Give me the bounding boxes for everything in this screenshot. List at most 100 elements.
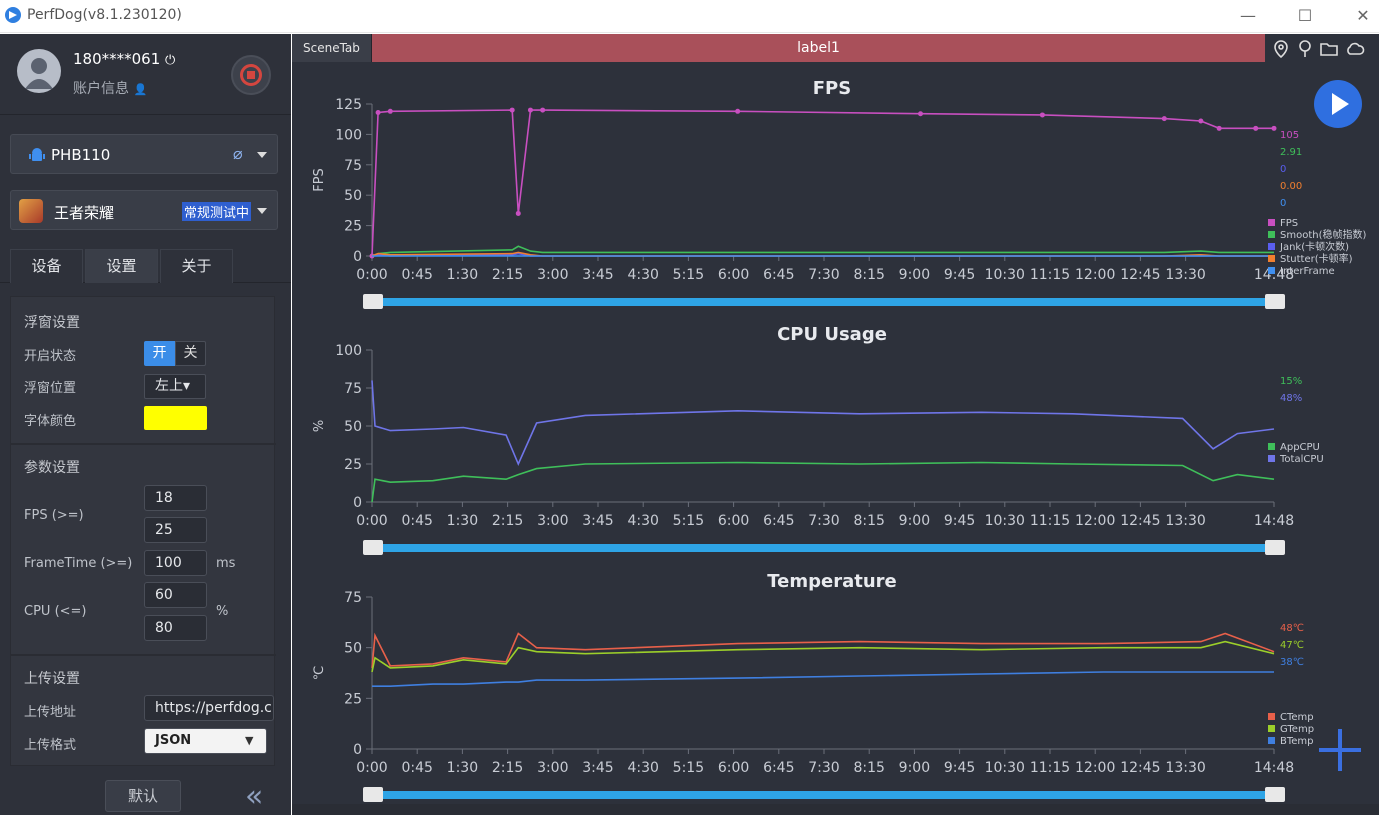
data-point	[735, 108, 741, 114]
series-line	[371, 380, 1275, 467]
x-tick-label: 9:45	[944, 267, 975, 283]
cloud-icon[interactable]	[1345, 39, 1365, 59]
y-tick-label: 0	[353, 249, 362, 265]
legend-swatch	[1268, 713, 1275, 720]
collapse-sidebar-icon[interactable]: «	[245, 782, 263, 812]
y-axis-label: FPS	[312, 168, 327, 192]
user-silhouette-icon	[25, 58, 53, 89]
legend-label: Smooth(稳帧指数)	[1280, 228, 1366, 241]
fps-threshold-input-2[interactable]: 25	[144, 517, 207, 543]
y-tick-label: 100	[335, 343, 362, 359]
x-tick-label: 0:45	[401, 760, 432, 776]
x-tick-label: 10:30	[985, 760, 1025, 776]
chevron-down-icon[interactable]	[257, 208, 267, 214]
toggle-on-button[interactable]: 开	[144, 341, 175, 366]
add-chart-icon[interactable]	[1317, 727, 1363, 773]
label-tab[interactable]: label1	[372, 34, 1265, 62]
legend-swatch	[1268, 219, 1275, 226]
y-tick-label: 100	[335, 127, 362, 143]
toggle-off-button[interactable]: 关	[175, 341, 206, 366]
legend-swatch	[1268, 243, 1275, 250]
y-tick-label: 50	[344, 641, 362, 657]
upload-address-input[interactable]: https://perfdog.c	[144, 695, 274, 721]
x-tick-label: 2:15	[492, 513, 523, 529]
data-point	[515, 210, 521, 216]
device-name: PHB110	[51, 146, 111, 164]
tab-device[interactable]: 设备	[10, 249, 83, 283]
font-color-label: 字体颜色	[24, 414, 77, 429]
marker-icon[interactable]	[1295, 39, 1315, 59]
x-tick-label: 1:30	[447, 513, 478, 529]
account-gear-icon: 👤	[133, 83, 148, 96]
y-tick-label: 0	[353, 742, 362, 758]
data-point	[375, 110, 381, 116]
account-info-link[interactable]: 账户信息 👤	[73, 78, 147, 98]
upload-settings-title: 上传设置	[24, 671, 80, 687]
app-select[interactable]: 王者荣耀 常规测试中	[10, 190, 278, 230]
x-tick-label: 3:45	[582, 513, 613, 529]
cpu-threshold-input-2[interactable]: 80	[144, 615, 207, 641]
bottom-bar	[292, 804, 1379, 815]
user-name: 180****061 ⏻	[73, 50, 176, 68]
location-pin-icon[interactable]	[1271, 39, 1291, 59]
scene-tab[interactable]: SceneTab	[292, 34, 372, 62]
maximize-button[interactable]: ☐	[1290, 4, 1320, 28]
y-tick-label: 25	[344, 691, 362, 707]
x-tick-label: 6:00	[718, 267, 749, 283]
data-point	[1271, 125, 1277, 131]
play-button[interactable]	[1314, 80, 1362, 128]
divider	[11, 443, 276, 445]
time-range-slider	[376, 544, 1270, 552]
x-tick-label: 3:00	[537, 267, 568, 283]
test-mode-badge[interactable]: 常规测试中	[182, 202, 252, 221]
device-select[interactable]: PHB110 ⌀	[10, 134, 278, 174]
font-color-swatch[interactable]	[144, 406, 207, 430]
upload-format-select[interactable]: JSON ▼	[144, 728, 267, 754]
sidebar-tabs: 设备 设置 关于	[0, 249, 291, 283]
x-tick-label: 0:00	[356, 267, 387, 283]
x-tick-label: 1:30	[447, 760, 478, 776]
fps-threshold-input-1[interactable]: 18	[144, 485, 207, 511]
divider	[0, 114, 291, 115]
data-point	[509, 107, 515, 113]
chevron-down-icon[interactable]	[257, 152, 267, 158]
game-app-icon	[19, 199, 43, 223]
chart-title: CPU Usage	[777, 324, 887, 345]
charts-canvas: FPS FPS 0 25 50 75 100 125 0:00 0:45 1:30 2:15 3:00 3…	[312, 78, 1366, 802]
current-value-label: 47℃	[1280, 640, 1304, 651]
close-button[interactable]: ✕	[1348, 4, 1378, 28]
position-select[interactable]: 左上▾	[144, 374, 206, 399]
link-edit-icon[interactable]: ⌀	[233, 144, 243, 163]
record-button[interactable]	[231, 55, 271, 95]
main-area: SceneTab label1 FPS FPS 0 25 50 75 100 125 0:00 0…	[292, 34, 1379, 815]
x-tick-label: 6:45	[763, 267, 794, 283]
chevron-down-icon: ▼	[245, 734, 254, 747]
tab-settings[interactable]: 设置	[85, 249, 158, 283]
legend-swatch	[1268, 255, 1275, 262]
settings-panel: 浮窗设置 开启状态 开 关 浮窗位置 左上▾ 字体颜色 参数设置 FPS (>=…	[10, 296, 276, 766]
data-point	[387, 108, 393, 114]
default-button[interactable]: 默认	[105, 780, 181, 812]
x-tick-label: 7:30	[808, 760, 839, 776]
legend-label: Stutter(卡顿率)	[1280, 252, 1353, 265]
x-tick-label: 2:15	[492, 267, 523, 283]
x-tick-label: 14:48	[1254, 513, 1294, 529]
y-axis-label: ℃	[312, 666, 327, 681]
tab-about[interactable]: 关于	[160, 249, 233, 283]
avatar[interactable]	[17, 49, 61, 93]
folder-icon[interactable]	[1319, 39, 1339, 59]
x-tick-label: 6:00	[718, 513, 749, 529]
data-point	[1198, 118, 1204, 124]
minimize-button[interactable]: —	[1233, 4, 1263, 28]
series-line	[371, 461, 1275, 503]
power-icon[interactable]: ⏻	[165, 53, 175, 68]
current-value-label: 105	[1280, 130, 1299, 141]
x-tick-label: 8:15	[853, 513, 884, 529]
frametime-input[interactable]: 100	[144, 550, 207, 576]
stop-square-icon	[247, 71, 255, 79]
cpu-threshold-input-1[interactable]: 60	[144, 582, 207, 608]
legend-label: AppCPU	[1280, 442, 1320, 453]
x-tick-label: 4:30	[627, 760, 658, 776]
current-value-label: 0	[1280, 164, 1286, 175]
x-tick-label: 11:15	[1030, 513, 1070, 529]
